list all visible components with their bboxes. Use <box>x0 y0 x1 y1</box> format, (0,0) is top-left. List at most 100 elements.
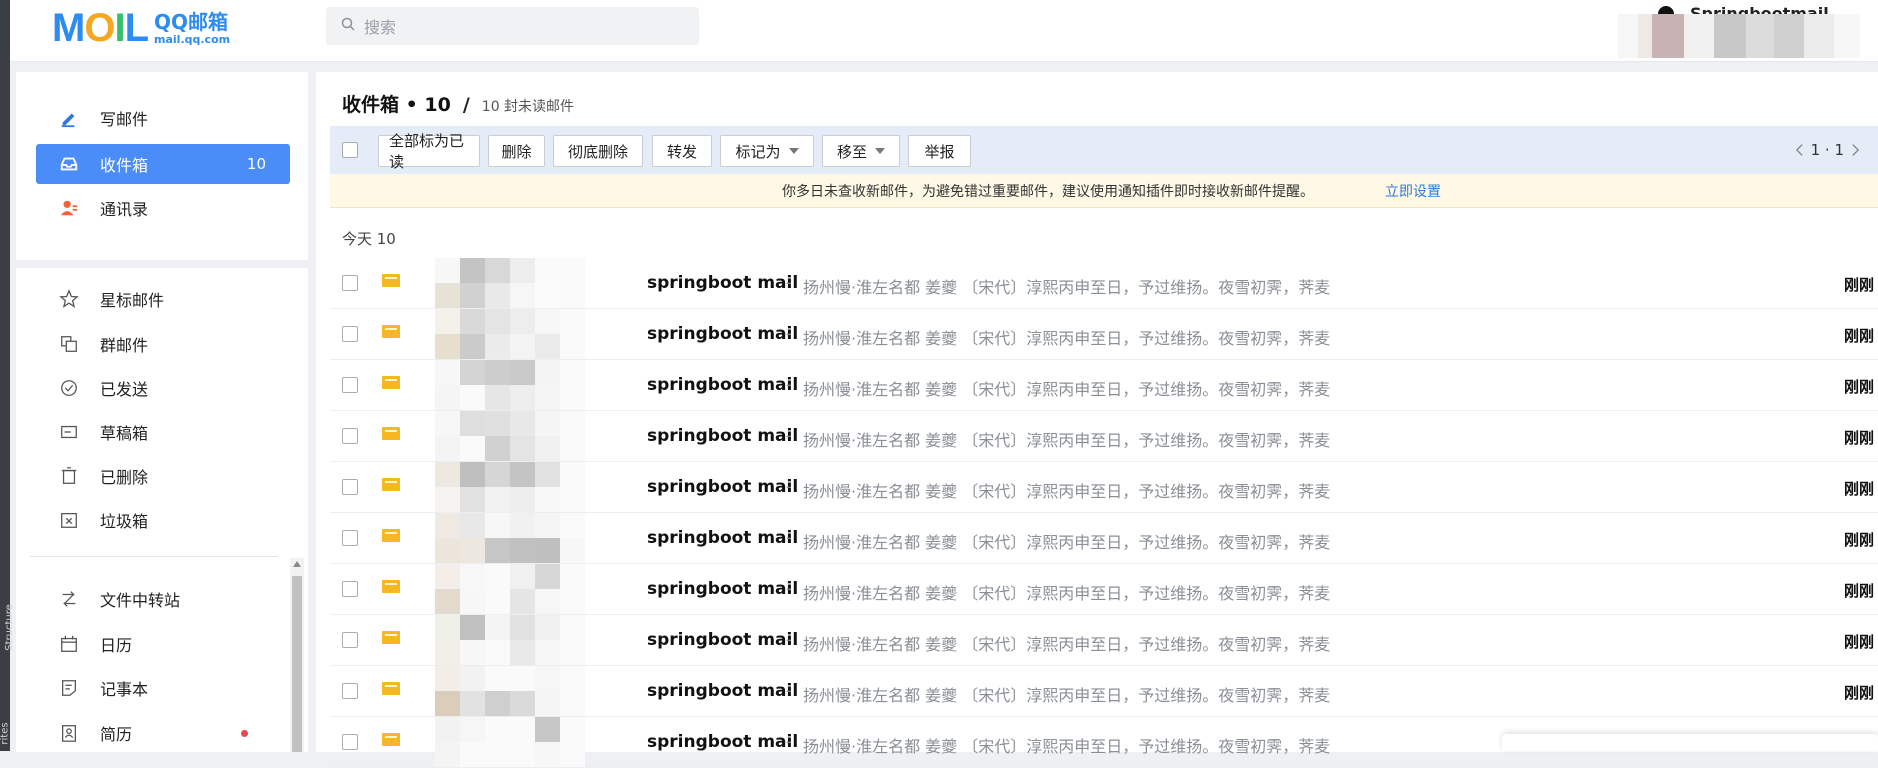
sender-avatar-blurred <box>435 564 585 614</box>
mail-row[interactable]: springboot mail - 扬州慢·淮左名都 姜夔 〔宋代〕淳熙丙申至日，予… <box>330 564 1878 615</box>
mail-row[interactable]: springboot mail - 扬州慢·淮左名都 姜夔 〔宋代〕淳熙丙申至日，予… <box>330 411 1878 462</box>
mosaic-tile <box>460 513 485 538</box>
sidebar-item-contacts[interactable]: 通讯录 <box>36 188 290 228</box>
delete-button[interactable]: 删除 <box>488 135 545 167</box>
report-button[interactable]: 举报 <box>908 135 971 167</box>
unread-envelope-icon <box>382 580 400 593</box>
user-avatar-blurred[interactable] <box>1618 14 1860 58</box>
sidebar-item-deleted[interactable]: 已删除 <box>36 456 290 496</box>
mosaic-tile <box>435 487 460 512</box>
mosaic-tile <box>460 538 485 563</box>
sidebar-item-compose[interactable]: 写邮件 <box>36 98 290 138</box>
contacts-icon <box>58 197 80 219</box>
mosaic-tile <box>510 717 535 742</box>
qq-mail-logo[interactable]: MOIL QQ邮箱 mail.qq.com <box>52 6 230 50</box>
mail-row-checkbox[interactable] <box>342 632 358 648</box>
mosaic-tile <box>560 640 585 665</box>
mosaic-tile <box>510 513 535 538</box>
mosaic-tile <box>535 742 560 767</box>
mail-row[interactable]: springboot mail - 扬州慢·淮左名都 姜夔 〔宋代〕淳熙丙申至日，予… <box>330 309 1878 360</box>
sidebar-item-sent[interactable]: 已发送 <box>36 368 290 408</box>
setup-now-link[interactable]: 立即设置 <box>1385 181 1441 201</box>
user-area[interactable]: Springbootmail <box>1618 0 1878 62</box>
delete-forever-button[interactable]: 彻底删除 <box>553 135 643 167</box>
compose-icon <box>58 107 80 129</box>
mosaic-tile <box>435 589 460 614</box>
prev-page-icon[interactable] <box>1789 140 1811 160</box>
mail-row-checkbox[interactable] <box>342 326 358 342</box>
sidebar-separator <box>16 260 308 268</box>
mosaic-tile <box>460 564 485 589</box>
sidebar-item-resume[interactable]: 简历 <box>36 713 290 753</box>
mosaic-tile <box>560 589 585 614</box>
scrollbar-thumb[interactable] <box>292 576 302 752</box>
forward-button[interactable]: 转发 <box>652 135 712 167</box>
logo-url: mail.qq.com <box>154 32 231 46</box>
sidebar-scrollbar[interactable] <box>290 558 304 752</box>
mail-summary: 扬州慢·淮左名都 姜夔 〔宋代〕淳熙丙申至日，予过维扬。夜雪初霁，荠麦 <box>803 431 1331 450</box>
mail-row-checkbox[interactable] <box>342 530 358 546</box>
mail-row[interactable]: springboot mail - 扬州慢·淮左名都 姜夔 〔宋代〕淳熙丙申至日，予… <box>330 462 1878 513</box>
sidebar-item-spam[interactable]: 垃圾箱 <box>36 500 290 540</box>
mosaic-tile <box>535 640 560 665</box>
mail-row[interactable]: springboot mail - 扬州慢·淮左名都 姜夔 〔宋代〕淳熙丙申至日，予… <box>330 615 1878 666</box>
inbox-unread-count: 10 <box>246 155 266 173</box>
mail-sender: springboot mail <box>647 528 799 548</box>
sidebar-item-group-mail[interactable]: 群邮件 <box>36 324 290 364</box>
mail-separator: - <box>786 375 792 394</box>
sidebar-item-drafts[interactable]: 草稿箱 <box>36 412 290 452</box>
unread-summary: 10 封未读邮件 <box>481 99 575 115</box>
sidebar-item-file-transfer[interactable]: 文件中转站 <box>36 579 290 619</box>
mail-row-checkbox[interactable] <box>342 734 358 750</box>
mosaic-tile <box>510 334 535 359</box>
move-to-dropdown[interactable]: 移至 <box>822 135 900 167</box>
sidebar-item-inbox[interactable]: 收件箱 10 <box>36 144 290 184</box>
button-label: 全部标为已读 <box>389 132 465 171</box>
mark-as-dropdown[interactable]: 标记为 <box>720 135 814 167</box>
scroll-up-icon[interactable] <box>293 561 301 567</box>
mail-row-checkbox[interactable] <box>342 275 358 291</box>
mail-row-checkbox[interactable] <box>342 683 358 699</box>
mail-summary: 扬州慢·淮左名都 姜夔 〔宋代〕淳熙丙申至日，予过维扬。夜雪初霁，荠麦 <box>803 329 1331 348</box>
next-page-icon[interactable] <box>1844 140 1866 160</box>
mosaic-tile <box>435 691 460 716</box>
mail-row[interactable]: springboot mail - 扬州慢·淮左名都 姜夔 〔宋代〕淳熙丙申至日，予… <box>330 360 1878 411</box>
mosaic-tile <box>535 283 560 308</box>
mark-all-read-button[interactable]: 全部标为已读 <box>378 132 480 171</box>
chevron-down-icon <box>875 148 885 154</box>
sidebar-item-starred[interactable]: 星标邮件 <box>36 279 290 319</box>
unread-envelope-icon <box>382 376 400 389</box>
mosaic-tile <box>485 462 510 487</box>
mosaic-tile <box>460 436 485 461</box>
mail-summary: 扬州慢·淮左名都 姜夔 〔宋代〕淳熙丙申至日，予过维扬。夜雪初霁，荠麦 <box>803 482 1331 501</box>
mosaic-tile <box>435 538 460 563</box>
mosaic-tile <box>485 487 510 512</box>
sidebar-item-calendar[interactable]: 日历 <box>36 624 290 664</box>
unread-envelope-icon <box>382 325 400 338</box>
sent-icon <box>58 377 80 399</box>
mail-time: 刚刚 <box>1843 327 1874 345</box>
mosaic-tile <box>510 436 535 461</box>
unread-envelope-icon <box>382 682 400 695</box>
mail-toolbar: 全部标为已读 删除 彻底删除 转发 标记为 移至 举报 1 · 1 <box>330 126 1878 174</box>
sender-avatar-blurred <box>435 258 585 308</box>
mosaic-tile <box>460 309 485 334</box>
pagination: 1 · 1 <box>1789 140 1866 160</box>
logo-brand: QQ邮箱 <box>154 9 229 34</box>
mosaic-tile <box>560 258 585 283</box>
editor-strip-label: Structure <box>3 604 15 651</box>
mosaic-tile <box>485 436 510 461</box>
sidebar-item-notepad[interactable]: 记事本 <box>36 668 290 708</box>
search-box[interactable]: 搜索 <box>326 7 699 45</box>
mosaic-tile <box>560 283 585 308</box>
mail-row[interactable]: springboot mail - 扬州慢·淮左名都 姜夔 〔宋代〕淳熙丙申至日，予… <box>330 258 1878 309</box>
mail-row[interactable]: springboot mail - 扬州慢·淮左名都 姜夔 〔宋代〕淳熙丙申至日，予… <box>330 666 1878 717</box>
mail-row-checkbox[interactable] <box>342 581 358 597</box>
mail-row-checkbox[interactable] <box>342 479 358 495</box>
select-all-checkbox[interactable] <box>342 142 358 158</box>
mail-separator: - <box>786 477 792 496</box>
mail-time: 刚刚 <box>1843 378 1874 396</box>
mail-row-checkbox[interactable] <box>342 377 358 393</box>
mail-row-checkbox[interactable] <box>342 428 358 444</box>
mail-row[interactable]: springboot mail - 扬州慢·淮左名都 姜夔 〔宋代〕淳熙丙申至日，予… <box>330 513 1878 564</box>
